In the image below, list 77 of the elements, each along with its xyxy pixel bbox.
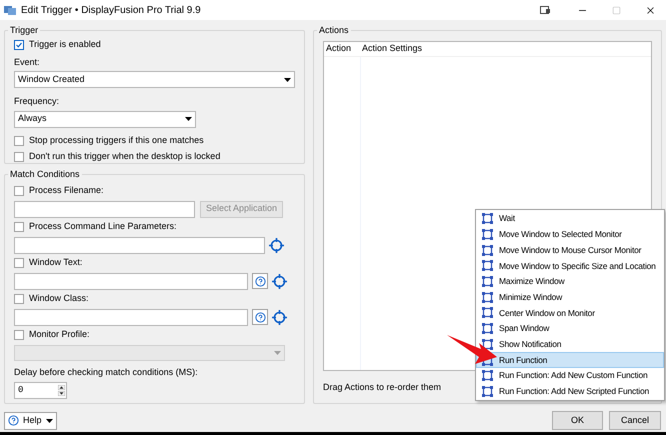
action-icon xyxy=(482,260,492,272)
column-header[interactable]: Action xyxy=(324,42,360,56)
text-field[interactable] xyxy=(14,200,195,218)
menu-item[interactable]: Run Function: Add New Scripted Function xyxy=(476,384,664,400)
hint-text: Drag Actions to re-order them xyxy=(323,380,442,394)
delay-label: Delay before checking match conditions (MS): xyxy=(14,366,199,379)
action-icon xyxy=(482,323,492,334)
cancel-button[interactable]: Cancel xyxy=(609,411,661,430)
crosshair-icon[interactable] xyxy=(272,310,287,324)
checkbox[interactable] xyxy=(14,152,24,162)
checkbox-label: Process Filename: xyxy=(29,184,104,197)
snap-icon[interactable] xyxy=(540,6,551,14)
frequency-label: Frequency: xyxy=(14,95,60,108)
profile-dropdown[interactable] xyxy=(14,344,285,360)
checkbox[interactable] xyxy=(14,330,24,340)
caret-icon xyxy=(46,418,53,422)
close-icon[interactable] xyxy=(645,4,656,16)
help-button[interactable] xyxy=(252,309,268,325)
checkbox[interactable] xyxy=(14,222,24,232)
checkbox[interactable] xyxy=(14,258,24,268)
menu-item[interactable]: Move Window to Selected Monitor xyxy=(476,226,664,242)
text-field[interactable] xyxy=(14,308,248,326)
checkbox[interactable] xyxy=(14,294,24,304)
spin-up-icon[interactable] xyxy=(58,385,65,390)
checkbox-label: Stop processing triggers if this one matches xyxy=(29,134,204,147)
menu-item[interactable]: Run Function xyxy=(476,352,664,368)
menu-item[interactable]: Wait xyxy=(476,211,664,227)
ok-button[interactable]: OK xyxy=(552,411,603,430)
menu-item[interactable]: Minimize Window xyxy=(476,289,664,306)
checkbox-label: Process Command Line Parameters: xyxy=(29,220,177,233)
menu-item[interactable]: Move Window to Specific Size and Location xyxy=(476,258,664,274)
menu-item[interactable]: Move Window to Mouse Cursor Monitor xyxy=(476,242,664,258)
checkbox-label: Don't run this trigger when the desktop is locked xyxy=(29,150,220,163)
checkbox[interactable] xyxy=(14,40,24,50)
event-dropdown[interactable]: Window Created xyxy=(14,71,295,88)
checkbox-label: Window Text: xyxy=(29,256,82,269)
window-title: Edit Trigger • DisplayFusion Pro Trial 9.9 xyxy=(21,4,201,18)
action-icon xyxy=(482,386,492,397)
menu-item[interactable]: Span Window xyxy=(476,320,664,336)
crosshair-icon[interactable] xyxy=(269,238,284,252)
menu-item[interactable]: Run Function: Add New Custom Function xyxy=(476,368,664,384)
action-icon xyxy=(482,213,492,224)
help-icon xyxy=(8,415,19,426)
spin-down-icon[interactable] xyxy=(58,391,65,396)
action-icon xyxy=(482,276,492,288)
caret-icon xyxy=(274,350,281,354)
checkbox[interactable] xyxy=(14,136,24,146)
group-title: Trigger xyxy=(9,24,40,37)
action-icon xyxy=(482,292,492,303)
column-header[interactable]: Action Settings xyxy=(360,42,422,56)
text-field[interactable] xyxy=(14,272,248,290)
caret-icon xyxy=(185,117,192,121)
help-icon xyxy=(254,276,266,286)
checkbox-label: Trigger is enabled xyxy=(29,38,101,51)
menu-item[interactable]: Maximize Window xyxy=(476,274,664,290)
action-icon xyxy=(482,370,492,382)
checkbox-label: Monitor Profile: xyxy=(29,328,90,341)
delay-spinbox[interactable]: 0 xyxy=(14,382,67,399)
group-title: Match Conditions xyxy=(9,168,81,181)
event-label: Event: xyxy=(14,56,41,68)
app-icon xyxy=(4,4,16,16)
crosshair-icon[interactable] xyxy=(272,274,287,288)
help-menu-button[interactable]: Help xyxy=(4,412,57,430)
arrow-pointer xyxy=(447,335,497,365)
action-icon xyxy=(482,307,492,318)
group-title: Actions xyxy=(318,24,350,37)
text-field[interactable] xyxy=(14,236,265,254)
menu-item[interactable]: Center Window on Monitor xyxy=(476,305,664,321)
help-button[interactable] xyxy=(252,273,268,289)
action-icon xyxy=(482,244,492,256)
help-icon xyxy=(254,312,266,322)
frequency-dropdown[interactable]: Always xyxy=(14,110,196,128)
maximize-icon[interactable] xyxy=(612,6,621,14)
caret-icon xyxy=(284,78,291,82)
checkbox-label: Window Class: xyxy=(29,292,89,305)
action-icon xyxy=(482,229,492,240)
checkbox[interactable] xyxy=(14,186,24,196)
